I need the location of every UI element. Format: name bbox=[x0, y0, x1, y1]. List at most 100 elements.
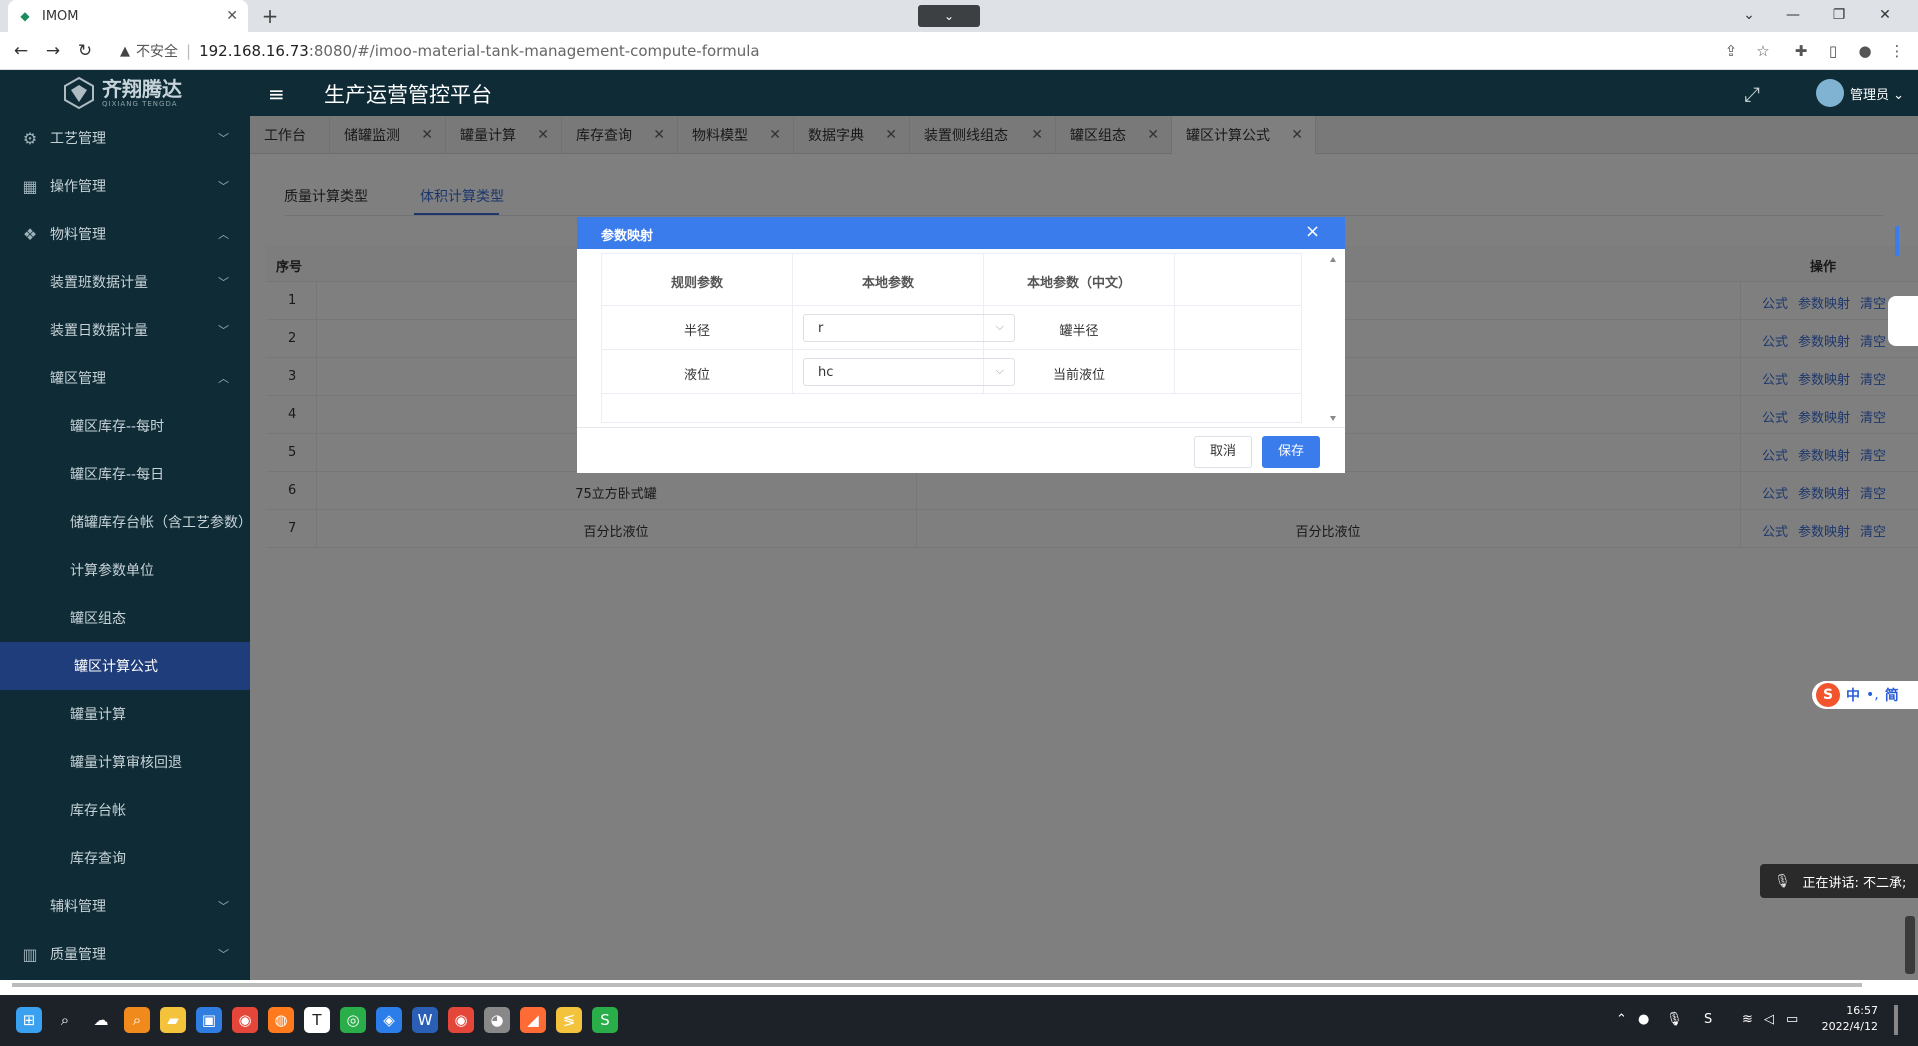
sidebar-item-label: 质量管理 bbox=[50, 947, 106, 963]
sidebar-item[interactable]: 计算参数单位 bbox=[0, 546, 250, 594]
firefox-icon[interactable]: ◍ bbox=[268, 1007, 294, 1033]
tray-chevron-icon[interactable]: ⌃ bbox=[1616, 1012, 1627, 1027]
fullscreen-icon[interactable]: ⤢ bbox=[1744, 82, 1760, 106]
back-arrow-icon[interactable]: ← bbox=[8, 39, 34, 63]
dialog-close-icon[interactable]: × bbox=[1305, 221, 1320, 242]
wifi-icon[interactable]: ≋ bbox=[1742, 1012, 1753, 1027]
user-avatar[interactable] bbox=[1816, 79, 1844, 107]
ime-punct[interactable]: •, bbox=[1866, 687, 1879, 703]
tray-wechat-icon[interactable]: ● bbox=[1638, 1012, 1649, 1027]
ime-simplified[interactable]: 简 bbox=[1885, 685, 1899, 705]
sidebar-item-label: 罐区库存--每时 bbox=[70, 419, 165, 435]
wechat-icon[interactable]: ◎ bbox=[340, 1007, 366, 1033]
profile-avatar-icon[interactable]: ● bbox=[1854, 41, 1876, 63]
chevron-down-icon: ﹀ bbox=[218, 180, 229, 193]
chrome-icon[interactable]: ◉ bbox=[232, 1007, 258, 1033]
sidebar-item[interactable]: 装置日数据计量 ﹀ bbox=[0, 306, 250, 354]
brand-name: 齐翔腾达 bbox=[102, 77, 182, 101]
sidebar-item-label: 物料管理 bbox=[50, 227, 106, 243]
battery-icon[interactable]: ▭ bbox=[1786, 1012, 1798, 1027]
chrome-menu-icon[interactable]: ⋮ bbox=[1886, 41, 1908, 63]
sidebar-item[interactable]: 罐区计算公式 bbox=[0, 642, 250, 690]
system-clock[interactable]: 16:57 2022/4/12 bbox=[1818, 1003, 1878, 1035]
volume-icon[interactable]: ◁ bbox=[1764, 1012, 1774, 1027]
sidebar-item[interactable]: 罐区管理 ︿ bbox=[0, 354, 250, 402]
sidebar-item[interactable]: ▦ 操作管理 ﹀ bbox=[0, 162, 250, 210]
explorer-icon[interactable]: ▰ bbox=[160, 1007, 186, 1033]
sidebar-item[interactable]: 装置班数据计量 ﹀ bbox=[0, 258, 250, 306]
ime-mode-zh[interactable]: 中 bbox=[1846, 685, 1860, 705]
search-icon[interactable]: ⌕ bbox=[52, 1007, 78, 1033]
logo-mark-icon bbox=[64, 76, 94, 110]
side-panel-icon[interactable]: ▯ bbox=[1822, 41, 1844, 63]
sidebar-item[interactable]: 罐区组态 bbox=[0, 594, 250, 642]
tab-list-chevron-icon[interactable]: ⌄ bbox=[1726, 0, 1772, 32]
new-tab-button[interactable]: + bbox=[258, 4, 282, 28]
chrome-dev-icon[interactable]: ◉ bbox=[448, 1007, 474, 1033]
tray-mic-icon[interactable]: 🎙 bbox=[1666, 1012, 1683, 1027]
restore-button[interactable]: ❐ bbox=[1816, 0, 1862, 32]
windows-icon[interactable]: ⊞ bbox=[16, 1007, 42, 1033]
sidebar-item[interactable]: 罐区库存--每日 bbox=[0, 450, 250, 498]
sidebar-item[interactable]: 库存查询 bbox=[0, 834, 250, 882]
sidebar-item[interactable]: 辅料管理 ﹀ bbox=[0, 882, 250, 930]
site-favicon: ◆ bbox=[20, 9, 30, 23]
sidebar-item-label: 罐区组态 bbox=[70, 611, 126, 627]
sidebar-item[interactable]: ❖ 物料管理 ︿ bbox=[0, 210, 250, 258]
sidebar-item[interactable]: 罐量计算 bbox=[0, 690, 250, 738]
typora-icon[interactable]: T bbox=[304, 1007, 330, 1033]
reload-icon[interactable]: ↻ bbox=[72, 39, 98, 63]
swiper-icon[interactable]: ≶ bbox=[556, 1007, 582, 1033]
url-host: 192.168.16.73 bbox=[199, 42, 309, 60]
url-field[interactable]: ▲ 不安全 | 192.168.16.73 :8080/#/imoo-mater… bbox=[112, 36, 1702, 66]
vertical-scrollbar[interactable] bbox=[1905, 916, 1915, 974]
sidebar-item[interactable]: 库存台帐 bbox=[0, 786, 250, 834]
sidebar-item[interactable]: ▥ 质量管理 ﹀ bbox=[0, 930, 250, 978]
tray-sogou-icon[interactable]: S bbox=[1704, 1012, 1712, 1027]
sidebar-item[interactable]: 储罐库存台帐（含工艺参数） bbox=[0, 498, 250, 546]
everything-icon[interactable]: ⌕ bbox=[124, 1007, 150, 1033]
game-icon[interactable]: ◕ bbox=[484, 1007, 510, 1033]
store-icon[interactable]: ▣ bbox=[196, 1007, 222, 1033]
sidebar-item[interactable]: ⚙ 工艺管理 ﹀ bbox=[0, 116, 250, 162]
dialog-scrollbar[interactable] bbox=[1329, 255, 1337, 423]
onedrive-icon[interactable]: ☁ bbox=[88, 1007, 114, 1033]
close-tab-icon[interactable]: ✕ bbox=[226, 8, 238, 24]
sidebar-item-label: 罐区管理 bbox=[50, 371, 106, 387]
close-window-button[interactable]: ✕ bbox=[1862, 0, 1908, 32]
factory-icon: ▦ bbox=[22, 176, 38, 196]
address-bar-row: ← → ↻ ▲ 不安全 | 192.168.16.73 :8080/#/imoo… bbox=[0, 32, 1918, 70]
sidebar-item-label: 储罐库存台帐（含工艺参数） bbox=[70, 515, 250, 531]
sublime-icon[interactable]: ◢ bbox=[520, 1007, 546, 1033]
select-value: r bbox=[818, 321, 824, 336]
feishu-icon[interactable]: ◈ bbox=[376, 1007, 402, 1033]
sogou-icon[interactable]: S bbox=[592, 1007, 618, 1033]
param-row: 液位 hc ⌵ 当前液位 bbox=[602, 350, 1302, 394]
forward-arrow-icon[interactable]: → bbox=[40, 39, 66, 63]
extensions-puzzle-icon[interactable]: ✚ bbox=[1790, 41, 1812, 63]
tab-search-button[interactable]: ⌄ bbox=[918, 5, 980, 27]
save-button[interactable]: 保存 bbox=[1262, 436, 1320, 468]
user-name[interactable]: 管理员 ⌄ bbox=[1850, 84, 1904, 103]
sidebar-item-label: 库存查询 bbox=[70, 851, 126, 867]
share-icon[interactable]: ⇪ bbox=[1720, 41, 1742, 63]
url-path: :8080/#/imoo-material-tank-management-co… bbox=[308, 42, 760, 60]
sidebar-item-label: 罐量计算 bbox=[70, 707, 126, 723]
header-local-param-cn: 本地参数（中文） bbox=[1026, 276, 1131, 291]
building-icon: ▥ bbox=[22, 944, 38, 964]
cancel-button[interactable]: 取消 bbox=[1194, 436, 1252, 468]
floating-side-widget[interactable] bbox=[1888, 296, 1918, 346]
sidebar-item[interactable]: 罐区库存--每时 bbox=[0, 402, 250, 450]
bookmark-star-icon[interactable]: ☆ bbox=[1752, 41, 1774, 63]
sidebar-item-label: 库存台帐 bbox=[70, 803, 126, 819]
minimize-button[interactable]: — bbox=[1770, 0, 1816, 32]
horizontal-scrollbar[interactable] bbox=[12, 983, 1862, 987]
show-desktop-button[interactable] bbox=[1894, 1005, 1898, 1035]
browser-tab[interactable]: ◆ IMOM ✕ bbox=[8, 0, 248, 32]
menu-toggle-icon[interactable]: ≡ bbox=[268, 82, 285, 106]
param-table-header: 规则参数 本地参数 本地参数（中文） bbox=[602, 254, 1302, 306]
user-name-label: 管理员 bbox=[1850, 88, 1890, 103]
word-icon[interactable]: W bbox=[412, 1007, 438, 1033]
sidebar-item[interactable]: 罐量计算审核回退 bbox=[0, 738, 250, 786]
ime-toolbar[interactable]: S 中 •, 简 bbox=[1812, 681, 1918, 709]
